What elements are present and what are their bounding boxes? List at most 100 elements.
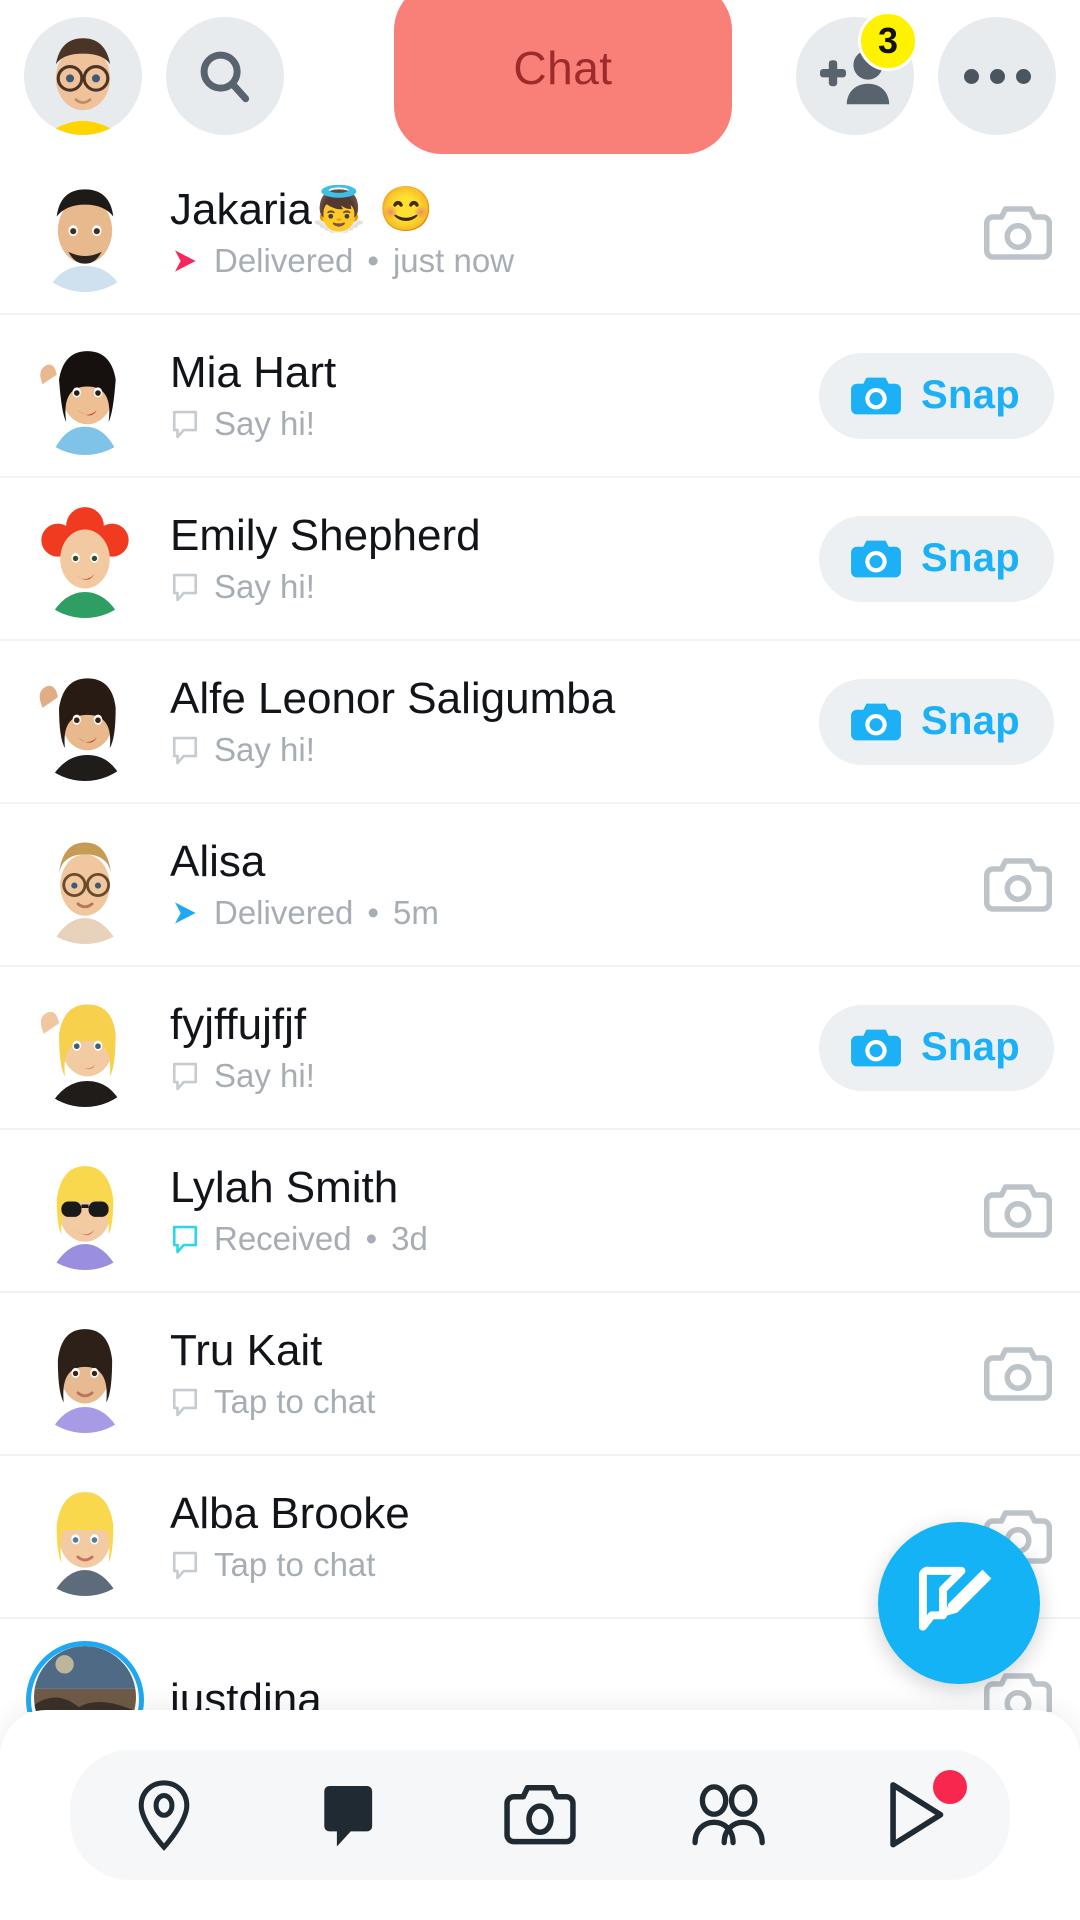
received-bubble-icon	[172, 1225, 198, 1254]
chat-row[interactable]: Mia Hart Say hi! Snap	[0, 315, 1080, 478]
snap-button[interactable]: Snap	[819, 352, 1054, 439]
chat-bubble-icon	[172, 736, 198, 765]
chat-icon	[324, 1786, 373, 1847]
snap-camera-icon	[851, 1029, 901, 1066]
chat-row-status: Say hi!	[170, 731, 819, 769]
chat-row-status: Tap to chat	[170, 1383, 982, 1421]
chat-row-name: Mia Hart	[170, 347, 337, 397]
chat-row-action[interactable]	[982, 203, 1054, 263]
chat-row-action[interactable]	[982, 1181, 1054, 1241]
chat-row[interactable]: Lylah Smith Received • 3d	[0, 1130, 1080, 1293]
chat-row-status: Tap to chat	[170, 1546, 982, 1584]
status-label: Say hi!	[214, 405, 315, 443]
avatar[interactable]	[26, 988, 144, 1107]
chat-row-name: Alisa	[170, 836, 266, 886]
avatar[interactable]	[26, 499, 144, 618]
chat-row-text: Alba Brooke Tap to chat	[170, 1489, 982, 1584]
nav-item-camera[interactable]	[465, 1750, 615, 1880]
bitmoji-icon	[26, 336, 144, 455]
chat-row-action[interactable]: Snap	[819, 515, 1054, 602]
add-friend-button[interactable]: 3	[796, 11, 918, 135]
avatar[interactable]	[26, 1314, 144, 1433]
status-label: Tap to chat	[214, 1546, 376, 1584]
status-label: Say hi!	[214, 1057, 315, 1095]
bitmoji-icon	[26, 988, 144, 1107]
snap-button[interactable]: Snap	[819, 1004, 1054, 1091]
new-chat-icon	[918, 1566, 992, 1631]
chat-row-text: Jakaria👼 😊 Delivered • just now	[170, 185, 982, 280]
bitmoji-icon	[26, 1314, 144, 1433]
search-button[interactable]	[166, 17, 284, 135]
chat-row-action[interactable]: Snap	[819, 352, 1054, 439]
chat-row-text: fyjffujfjf Say hi!	[170, 1000, 819, 1095]
status-timestamp: 3d	[391, 1220, 428, 1258]
status-separator: •	[365, 1220, 378, 1258]
chat-row-action[interactable]	[982, 1344, 1054, 1404]
nav-item-spotlight[interactable]	[841, 1750, 991, 1880]
avatar[interactable]	[26, 662, 144, 781]
chat-row-name: Lylah Smith	[170, 1162, 399, 1212]
chat-row-status: Say hi!	[170, 568, 819, 606]
avatar[interactable]	[26, 173, 144, 292]
status-label: Tap to chat	[214, 1383, 376, 1421]
chat-row-action[interactable]	[982, 855, 1054, 915]
bitmoji-icon	[26, 1151, 144, 1270]
nav-item-friends[interactable]	[653, 1750, 803, 1880]
status-label: Received	[214, 1220, 352, 1258]
bitmoji-avatar-icon	[24, 17, 142, 135]
chat-row[interactable]: Emily Shepherd Say hi! Snap	[0, 478, 1080, 641]
chat-row[interactable]: Tru Kait Tap to chat	[0, 1293, 1080, 1456]
snap-camera-icon	[851, 377, 901, 414]
status-label: Delivered	[214, 894, 354, 932]
avatar[interactable]	[26, 1151, 144, 1270]
chat-row-action[interactable]: Snap	[819, 678, 1054, 765]
chat-row[interactable]: fyjffujfjf Say hi! Snap	[0, 967, 1080, 1130]
chat-row[interactable]: Alfe Leonor Saligumba Say hi! Snap	[0, 641, 1080, 804]
snap-button-label: Snap	[921, 373, 1020, 417]
nav-item-map[interactable]	[89, 1750, 239, 1880]
chat-row-name: Alba Brooke	[170, 1488, 410, 1538]
status-label: Delivered	[214, 242, 354, 280]
chat-row-status: Delivered • 5m	[170, 894, 982, 932]
friends-icon	[692, 1784, 765, 1846]
snap-button[interactable]: Snap	[819, 678, 1054, 765]
map-pin-icon	[138, 1780, 190, 1851]
avatar[interactable]	[26, 1477, 144, 1596]
status-label: Say hi!	[214, 568, 315, 606]
chat-row[interactable]: Alisa Delivered • 5m	[0, 804, 1080, 967]
status-label: Say hi!	[214, 731, 315, 769]
page-title-pill[interactable]: Chat	[394, 0, 732, 154]
chat-row-text: Alfe Leonor Saligumba Say hi!	[170, 674, 819, 769]
chat-row-name: Emily Shepherd	[170, 510, 481, 560]
bottom-navigation-bar	[70, 1750, 1010, 1880]
camera-icon	[984, 1183, 1052, 1238]
snap-button-label: Snap	[921, 536, 1020, 580]
snap-camera-icon	[851, 540, 901, 577]
chat-row-action[interactable]: Snap	[819, 1004, 1054, 1091]
avatar[interactable]	[26, 1640, 144, 1712]
app-header: Chat 3	[0, 0, 1080, 154]
camera-icon	[984, 857, 1052, 912]
chat-row-status: Received • 3d	[170, 1220, 982, 1258]
chat-row-name: justdina	[170, 1674, 322, 1712]
snap-button[interactable]: Snap	[819, 515, 1054, 602]
chat-row-text: Tru Kait Tap to chat	[170, 1326, 982, 1421]
nav-item-chat[interactable]	[277, 1750, 427, 1880]
avatar[interactable]	[26, 825, 144, 944]
chat-bubble-icon	[172, 573, 198, 602]
avatar[interactable]	[26, 336, 144, 455]
chat-row-name: fyjffujfjf	[170, 999, 307, 1049]
profile-avatar-button[interactable]	[24, 17, 142, 135]
chat-list[interactable]: Jakaria👼 😊 Delivered • just now Mia Hart Say …	[0, 152, 1080, 1712]
chat-row[interactable]: Jakaria👼 😊 Delivered • just now	[0, 152, 1080, 315]
delivered-arrow-icon	[175, 250, 196, 272]
snapchat-chat-screen: Chat 3 Jakaria👼 😊 Delivered • just now Mia H…	[0, 0, 1080, 1920]
chat-row-text: Mia Hart Say hi!	[170, 348, 819, 443]
new-chat-fab[interactable]	[878, 1522, 1040, 1684]
status-timestamp: just now	[392, 242, 515, 280]
chat-row-text: Lylah Smith Received • 3d	[170, 1163, 982, 1258]
chat-row-text: Alisa Delivered • 5m	[170, 837, 982, 932]
bottom-sheet	[0, 1710, 1080, 1920]
more-options-button[interactable]	[938, 17, 1056, 135]
chat-bubble-icon	[172, 1062, 198, 1091]
